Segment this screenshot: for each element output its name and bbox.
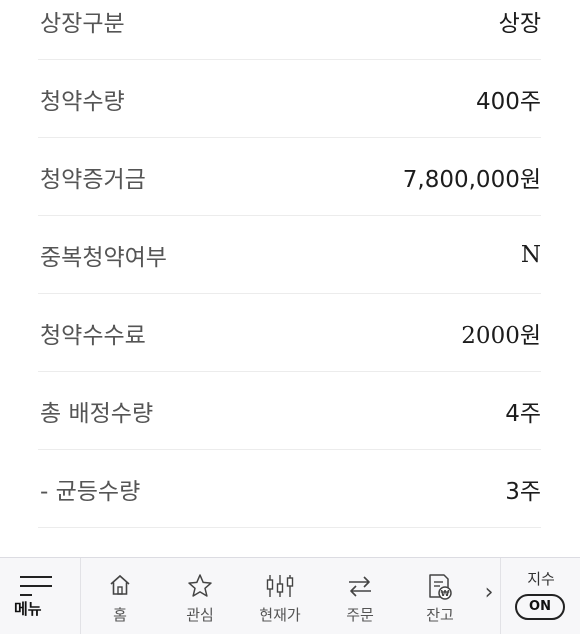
- row-equal-allocation: - 균등수량 3주: [38, 450, 541, 528]
- row-label: 상장구분: [40, 10, 125, 37]
- swap-arrows-icon: [349, 576, 371, 597]
- index-panel: 지수 ON: [500, 558, 580, 634]
- nav-label-balance: 잔고: [426, 606, 454, 624]
- nav-item-balance[interactable]: ₩ 잔고: [400, 558, 480, 634]
- row-label: 총 배정수량: [40, 400, 154, 427]
- row-value: 2000원: [461, 322, 541, 349]
- row-value: N: [520, 241, 541, 268]
- row-label: 청약수수료: [40, 322, 146, 349]
- row-label: 청약증거금: [40, 166, 146, 193]
- balance-icon: ₩: [429, 574, 452, 600]
- bottom-navigation-bar: 메뉴 홈 관심 현재가 주문 ₩ 잔고 › 지수 ON: [0, 557, 580, 634]
- row-label: - 균등수량: [40, 478, 141, 505]
- row-value: 4주: [505, 400, 541, 427]
- nav-label-home: 홈: [113, 606, 127, 624]
- hamburger-icon: [20, 576, 52, 596]
- row-label: 청약수량: [40, 88, 125, 115]
- nav-item-home[interactable]: 홈: [80, 558, 160, 634]
- chevron-right-icon[interactable]: ›: [480, 580, 498, 610]
- nav-item-current-price[interactable]: 현재가: [240, 558, 320, 634]
- row-duplicate-subscription: 중복청약여부 N: [38, 216, 541, 294]
- svg-text:₩: ₩: [441, 589, 450, 598]
- row-value: 7,800,000원: [402, 166, 541, 193]
- candlestick-icon: [266, 575, 294, 597]
- nav-item-order[interactable]: 주문: [320, 558, 400, 634]
- row-subscription-fee: 청약수수료 2000원: [38, 294, 541, 372]
- row-value: 상장: [498, 10, 541, 37]
- row-label: 중복청약여부: [40, 244, 167, 271]
- row-value: 3주: [505, 478, 541, 505]
- row-listing-type: 상장구분 상장: [38, 0, 541, 60]
- star-icon: [188, 574, 212, 597]
- home-icon: [110, 574, 130, 595]
- menu-label: 메뉴: [14, 600, 42, 618]
- index-toggle[interactable]: ON: [515, 594, 565, 620]
- nav-label-current-price: 현재가: [259, 606, 301, 624]
- row-value: 400주: [475, 88, 541, 115]
- row-total-allocation: 총 배정수량 4주: [38, 372, 541, 450]
- nav-item-favorites[interactable]: 관심: [160, 558, 240, 634]
- row-subscription-quantity: 청약수량 400주: [38, 60, 541, 138]
- menu-button[interactable]: 메뉴: [0, 558, 80, 634]
- nav-label-order: 주문: [346, 606, 374, 624]
- row-subscription-deposit: 청약증거금 7,800,000원: [38, 138, 541, 216]
- index-label: 지수: [527, 570, 555, 588]
- nav-label-favorites: 관심: [186, 606, 214, 624]
